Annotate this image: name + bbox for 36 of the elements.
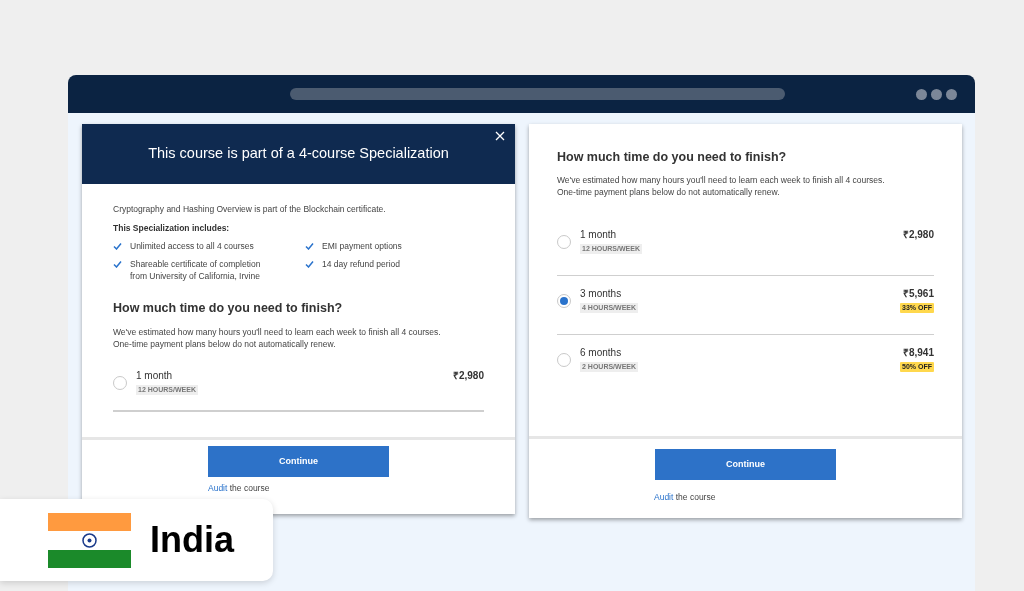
- feature-text: EMI payment options: [322, 240, 403, 252]
- plan-note: We've estimated how many hours you'll need to learn each week to finish all 4 courses. One-time payment plans below do not automatically renew.: [113, 325, 442, 350]
- section-heading: How much time do you need to finish?: [557, 149, 788, 166]
- audit-sentence: Audit the course: [208, 482, 270, 495]
- continue-button[interactable]: Continue: [655, 449, 836, 480]
- radio-button[interactable]: [557, 293, 571, 308]
- radio-button[interactable]: [557, 352, 571, 367]
- plan-price: ₹2,980: [452, 369, 484, 383]
- audit-sentence: Audit the course: [654, 491, 716, 504]
- feature-text: Unlimited access to all 4 courses: [130, 240, 255, 252]
- includes-heading: This Specialization includes:: [113, 222, 231, 234]
- plan-duration: 1 month: [580, 228, 617, 242]
- plan-price: ₹2,980: [902, 228, 934, 242]
- intro-text: Cryptography and Hashing Overview is part of the Blockchain certificate.: [113, 203, 387, 215]
- plan-duration: 6 months: [580, 346, 622, 360]
- plan-note: We've estimated how many hours you'll need to learn each week to finish all 4 courses. One-time payment plans below do not automatically renew.: [557, 173, 886, 198]
- feature-text: Shareable certificate of completion from University of California, Irvine: [130, 258, 262, 282]
- plan-price: ₹5,961: [902, 287, 934, 301]
- audit-link[interactable]: Audit: [654, 492, 674, 502]
- india-flag-icon: [48, 512, 131, 568]
- check-icon: [113, 242, 122, 250]
- modal-title: This course is part of a 4-course Specialization: [148, 144, 449, 164]
- check-icon: [305, 242, 314, 250]
- plan-duration: 1 month: [136, 369, 173, 383]
- feature-text: 14 day refund period: [322, 258, 401, 270]
- radio-button[interactable]: [113, 375, 127, 390]
- plan-price: ₹8,941: [902, 346, 934, 360]
- country-label: India: [150, 522, 234, 558]
- section-heading: How much time do you need to finish?: [113, 300, 344, 317]
- audit-link[interactable]: Audit: [208, 483, 228, 493]
- continue-button[interactable]: Continue: [208, 446, 389, 477]
- plan-duration: 3 months: [580, 287, 622, 301]
- check-icon: [305, 260, 314, 268]
- radio-button[interactable]: [557, 234, 571, 249]
- check-icon: [113, 260, 122, 268]
- close-icon[interactable]: [495, 131, 505, 141]
